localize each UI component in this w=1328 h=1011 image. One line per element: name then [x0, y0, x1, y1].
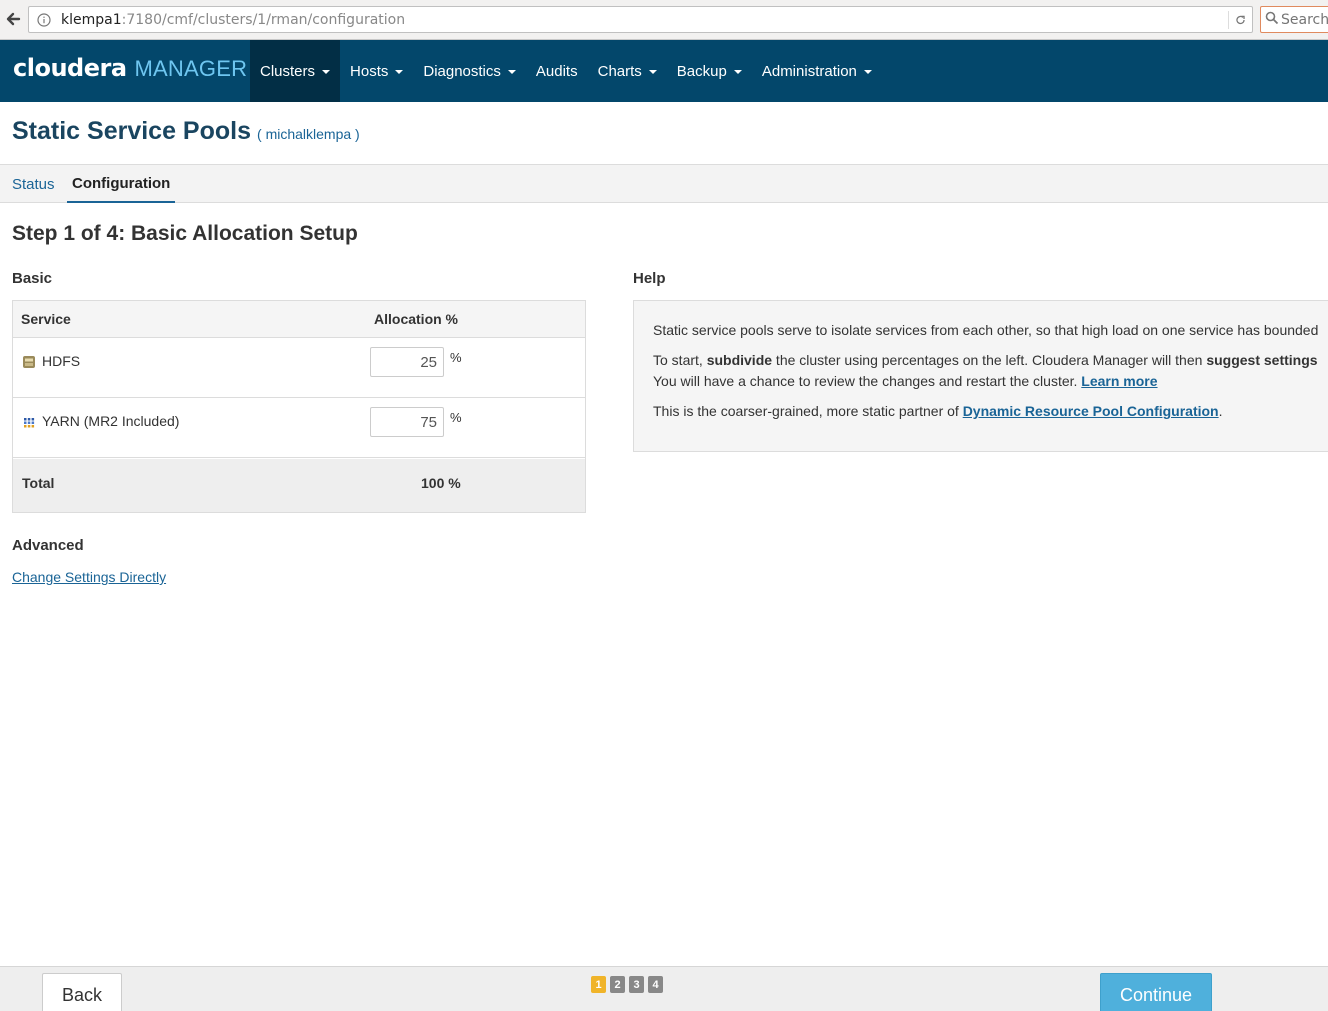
learn-more-link[interactable]: Learn more: [1081, 373, 1157, 389]
help-paragraph-2: To start, subdivide the cluster using pe…: [653, 350, 1318, 371]
caret-down-icon: [395, 70, 404, 74]
help-text: the cluster using percentages on the lef…: [772, 352, 1207, 368]
total-row: Total 100 %: [13, 459, 585, 512]
help-heading: Help: [633, 270, 666, 287]
caret-down-icon: [863, 70, 872, 74]
help-box: Static service pools serve to isolate se…: [633, 300, 1328, 452]
caret-down-icon: [322, 70, 331, 74]
col-service-header: Service: [21, 311, 71, 327]
help-text: This is the coarser-grained, more static…: [653, 403, 963, 419]
service-cell: HDFS: [22, 353, 80, 369]
url-path: :7180/cmf/clusters/1/rman/configuration: [121, 11, 406, 28]
step-2-indicator: 2: [610, 976, 625, 993]
help-paragraph-3: You will have a chance to review the cha…: [653, 371, 1158, 392]
hdfs-icon: [22, 355, 36, 369]
nav-diagnostics-label: Diagnostics: [423, 62, 501, 80]
service-name: HDFS: [42, 353, 81, 369]
nav-backup-label: Backup: [676, 62, 727, 80]
allocation-table: Service Allocation % HDFS % YARN (MR2 In…: [12, 300, 586, 513]
logo-manager: MANAGER: [134, 56, 248, 81]
tab-status[interactable]: Status: [12, 165, 55, 203]
nav-audits-label: Audits: [535, 62, 578, 80]
help-text: .: [1218, 403, 1223, 419]
logo-cloudera: cloudera: [13, 54, 127, 82]
step-3-indicator: 3: [629, 976, 644, 993]
url-text: klempa1:7180/cmf/clusters/1/rman/configu…: [61, 12, 405, 28]
page-header: Static Service Pools ( michalklempa ): [12, 117, 360, 146]
help-paragraph-1: Static service pools serve to isolate se…: [653, 322, 1319, 338]
percent-unit: %: [450, 350, 462, 365]
total-value: 100 %: [421, 475, 461, 491]
help-emphasis: subdivide: [706, 352, 773, 368]
nav-hosts-label: Hosts: [350, 62, 389, 80]
tab-bar: Status Configuration: [0, 164, 1328, 203]
col-allocation-header: Allocation %: [374, 311, 459, 327]
help-emphasis: suggest settings: [1206, 352, 1318, 368]
browser-back-icon[interactable]: [0, 4, 26, 34]
change-settings-directly-link[interactable]: Change Settings Directly: [12, 569, 166, 585]
step-4-indicator: 4: [648, 976, 663, 993]
tab-configuration[interactable]: Configuration: [67, 165, 176, 203]
help-text: You will have a chance to review the cha…: [653, 373, 1082, 389]
top-navbar: cloudera MANAGER Clusters Hosts Diagnost…: [0, 40, 1328, 102]
nav-clusters-label: Clusters: [260, 62, 316, 80]
step-1-indicator: 1: [591, 976, 606, 993]
browser-toolbar: klempa1:7180/cmf/clusters/1/rman/configu…: [0, 0, 1328, 40]
table-row: YARN (MR2 Included) %: [13, 398, 585, 458]
address-bar[interactable]: klempa1:7180/cmf/clusters/1/rman/configu…: [28, 6, 1253, 33]
nav-diagnostics[interactable]: Diagnostics: [413, 40, 526, 102]
magnifier-icon: [1265, 11, 1279, 28]
page-title: Static Service Pools: [12, 117, 252, 145]
continue-button[interactable]: Continue: [1100, 973, 1212, 1011]
wizard-footer: Back 1 2 3 4 Continue: [0, 966, 1328, 1011]
nav-audits[interactable]: Audits: [526, 40, 588, 102]
help-text: To start,: [653, 352, 707, 368]
service-name: YARN (MR2 Included): [42, 413, 180, 429]
caret-down-icon: [507, 70, 516, 74]
nav-hosts[interactable]: Hosts: [340, 40, 413, 102]
nav-charts-label: Charts: [597, 62, 642, 80]
site-info-icon[interactable]: [33, 12, 55, 27]
nav-administration-label: Administration: [761, 62, 857, 80]
caret-down-icon: [733, 70, 742, 74]
step-indicator: 1 2 3 4: [591, 976, 663, 993]
dynamic-resource-pool-link[interactable]: Dynamic Resource Pool Configuration: [963, 403, 1219, 419]
url-host: klempa1: [61, 11, 122, 28]
service-cell: YARN (MR2 Included): [22, 413, 179, 429]
browser-search-field[interactable]: [1260, 6, 1328, 33]
caret-down-icon: [648, 70, 657, 74]
cluster-name-link[interactable]: ( michalklempa ): [257, 126, 360, 142]
table-row: HDFS %: [13, 338, 585, 398]
basic-heading: Basic: [12, 270, 53, 287]
browser-search-input[interactable]: [1281, 11, 1328, 28]
yarn-icon: [22, 415, 36, 429]
table-header: Service Allocation %: [13, 301, 585, 338]
back-button[interactable]: Back: [42, 973, 122, 1011]
help-paragraph-4: This is the coarser-grained, more static…: [653, 401, 1223, 422]
total-label: Total: [22, 475, 55, 491]
nav-charts[interactable]: Charts: [588, 40, 667, 102]
nav-backup[interactable]: Backup: [667, 40, 752, 102]
hdfs-allocation-input[interactable]: [370, 347, 444, 377]
cloudera-manager-logo[interactable]: cloudera MANAGER: [13, 54, 247, 88]
advanced-heading: Advanced: [12, 537, 84, 554]
nav-administration[interactable]: Administration: [752, 40, 882, 102]
percent-unit: %: [450, 410, 462, 425]
yarn-allocation-input[interactable]: [370, 407, 444, 437]
nav-clusters[interactable]: Clusters: [250, 40, 341, 102]
reload-icon[interactable]: [1228, 11, 1246, 29]
step-title: Step 1 of 4: Basic Allocation Setup: [12, 222, 358, 245]
nav-menu: Clusters Hosts Diagnostics Audits Charts…: [250, 40, 882, 102]
